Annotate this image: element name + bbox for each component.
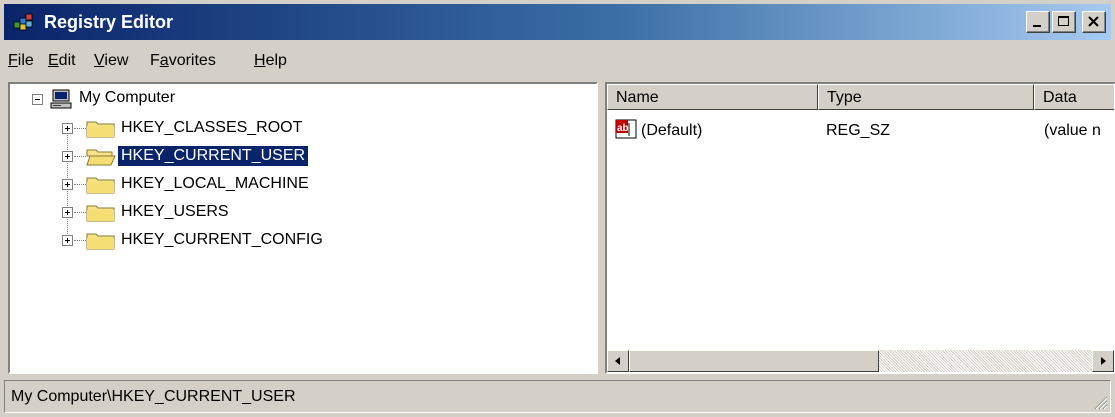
column-header-name[interactable]: Name	[607, 84, 818, 110]
menu-edit[interactable]: Edit	[48, 52, 76, 70]
folder-icon	[86, 177, 115, 194]
tree-branch-line	[74, 128, 86, 129]
menu-view[interactable]: View	[94, 52, 128, 70]
maximize-button[interactable]	[1052, 11, 1076, 33]
expand-toggle-hkey-local-machine[interactable]	[62, 179, 73, 190]
tree-branch-line	[74, 184, 86, 185]
scroll-right-button[interactable]	[1092, 350, 1114, 372]
tree-node-hkey-classes-root[interactable]: HKEY_CLASSES_ROOT	[118, 118, 305, 138]
registry-editor-window: Registry Editor File Edit View Favorites…	[0, 0, 1115, 417]
folder-icon	[86, 205, 115, 222]
open-folder-icon	[86, 149, 116, 166]
expand-toggle-hkey-current-config[interactable]	[62, 235, 73, 246]
scrollbar-thumb[interactable]	[629, 350, 879, 372]
tree-node-hkey-local-machine[interactable]: HKEY_LOCAL_MACHINE	[118, 174, 312, 194]
expand-toggle-hkey-classes-root[interactable]	[62, 123, 73, 134]
window-title: Registry Editor	[44, 12, 174, 32]
tree-root-label[interactable]: My Computer	[76, 88, 178, 108]
collapse-toggle-my-computer[interactable]	[32, 94, 43, 105]
scroll-left-button[interactable]	[607, 350, 629, 372]
tree-branch-line	[74, 240, 86, 241]
tree-branch-line	[74, 156, 86, 157]
column-header-type[interactable]: Type	[818, 84, 1034, 110]
folder-icon	[86, 121, 115, 138]
maximize-icon	[1058, 16, 1069, 26]
title-bar[interactable]: Registry Editor	[4, 4, 1111, 40]
computer-icon	[50, 89, 72, 109]
close-button[interactable]	[1082, 11, 1106, 33]
close-icon	[1088, 16, 1099, 27]
menu-favorites[interactable]: Favorites	[150, 52, 216, 70]
column-header-data[interactable]: Data	[1034, 84, 1114, 110]
menu-help[interactable]: Help	[254, 52, 287, 70]
value-type-cell: REG_SZ	[826, 122, 891, 139]
values-list-pane[interactable]: Name Type Data ab (Default) REG_SZ (valu…	[605, 82, 1115, 374]
status-path: My Computer\HKEY_CURRENT_USER	[11, 388, 296, 405]
tree-branch-line	[74, 212, 86, 213]
string-value-icon: ab	[615, 119, 637, 139]
menu-bar: File Edit View Favorites Help	[4, 44, 1111, 80]
tree-node-hkey-users[interactable]: HKEY_USERS	[118, 202, 232, 222]
tree-node-hkey-current-config[interactable]: HKEY_CURRENT_CONFIG	[118, 230, 326, 250]
minimize-button[interactable]	[1026, 11, 1050, 33]
folder-icon	[86, 233, 115, 250]
arrow-right-icon	[1101, 357, 1106, 365]
minimize-icon	[1033, 25, 1041, 27]
resize-grip-icon[interactable]	[1092, 394, 1108, 410]
value-data-cell: (value n	[1044, 122, 1101, 139]
registry-editor-app-icon	[13, 13, 33, 31]
horizontal-scrollbar[interactable]	[607, 350, 1114, 372]
arrow-left-icon	[615, 357, 620, 365]
registry-tree-pane[interactable]: My Computer HKEY_CLASSES_ROOT HKEY_CURRE…	[8, 82, 598, 374]
expand-toggle-hkey-users[interactable]	[62, 207, 73, 218]
status-bar: My Computer\HKEY_CURRENT_USER	[4, 380, 1111, 413]
svg-text:ab: ab	[617, 123, 629, 134]
tree-node-hkey-current-user[interactable]: HKEY_CURRENT_USER	[116, 145, 310, 167]
value-name-cell: (Default)	[641, 122, 703, 139]
expand-toggle-hkey-current-user[interactable]	[62, 151, 73, 162]
menu-file[interactable]: File	[8, 52, 34, 70]
